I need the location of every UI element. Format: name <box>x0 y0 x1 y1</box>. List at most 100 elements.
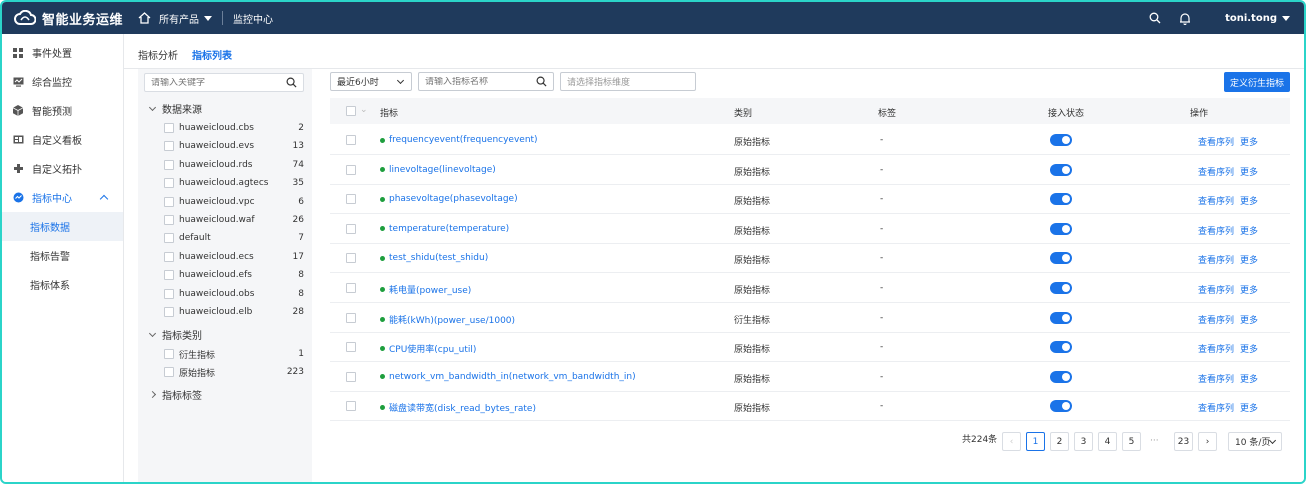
row-checkbox[interactable] <box>346 253 356 264</box>
time-range-select[interactable]: 最近6小时 <box>330 72 412 91</box>
filter-source-item[interactable]: huaweicloud.efs 8 <box>164 266 304 284</box>
row-checkbox[interactable] <box>346 342 356 353</box>
more-link[interactable]: 更多 <box>1240 401 1258 414</box>
page-button-4[interactable]: 4 <box>1098 432 1117 451</box>
search-icon[interactable] <box>536 76 547 90</box>
view-series-link[interactable]: 查看序列 <box>1198 372 1234 385</box>
pagination-ellipsis[interactable]: ··· <box>1150 436 1159 446</box>
metric-link[interactable]: phasevoltage(phasevoltage) <box>380 194 518 204</box>
page-button-last[interactable]: 23 <box>1174 432 1193 451</box>
view-series-link[interactable]: 查看序列 <box>1198 165 1234 178</box>
sidebar-item-topology[interactable]: 自定义拓扑 <box>2 154 123 183</box>
row-checkbox[interactable] <box>346 164 356 175</box>
select-all-checkbox[interactable] <box>346 106 356 116</box>
row-checkbox[interactable] <box>346 401 356 412</box>
page-button-1[interactable]: 1 <box>1026 432 1045 451</box>
view-series-link[interactable]: 查看序列 <box>1198 342 1234 355</box>
access-status-toggle[interactable] <box>1050 222 1072 235</box>
filter-source-item[interactable]: default 7 <box>164 229 304 247</box>
access-status-toggle[interactable] <box>1050 252 1072 265</box>
monitor-center-link[interactable]: 监控中心 <box>233 11 273 26</box>
filter-source-item[interactable]: huaweicloud.waf 26 <box>164 211 304 229</box>
next-page-button[interactable]: › <box>1198 432 1217 451</box>
sidebar-item-dashboard[interactable]: 自定义看板 <box>2 125 123 154</box>
group-metric-category[interactable]: 指标类别 <box>148 327 202 342</box>
filter-source-item[interactable]: huaweicloud.obs 8 <box>164 285 304 303</box>
more-link[interactable]: 更多 <box>1240 253 1258 266</box>
group-metric-tag[interactable]: 指标标签 <box>148 387 202 402</box>
filter-source-item[interactable]: huaweicloud.agtecs 35 <box>164 174 304 192</box>
checkbox[interactable] <box>164 349 174 359</box>
page-button-3[interactable]: 3 <box>1074 432 1093 451</box>
tab-metric-list[interactable]: 指标列表 <box>192 44 232 70</box>
access-status-toggle[interactable] <box>1050 370 1072 383</box>
tab-metric-analysis[interactable]: 指标分析 <box>138 44 178 70</box>
checkbox[interactable] <box>164 159 174 170</box>
access-status-toggle[interactable] <box>1050 163 1072 176</box>
bell-icon[interactable] <box>1179 12 1191 25</box>
access-status-toggle[interactable] <box>1050 134 1072 146</box>
filter-category-item[interactable]: 原始指标 223 <box>164 363 304 381</box>
checkbox[interactable] <box>164 178 174 189</box>
row-checkbox[interactable] <box>346 283 356 293</box>
view-series-link[interactable]: 查看序列 <box>1198 224 1234 237</box>
access-status-toggle[interactable] <box>1050 400 1072 413</box>
app-logo[interactable]: 智能业务运维 <box>2 9 128 28</box>
row-checkbox[interactable] <box>346 194 356 205</box>
filter-source-item[interactable]: huaweicloud.cbs 2 <box>164 119 304 137</box>
metric-link[interactable]: 磁盘读带宽(disk_read_bytes_rate) <box>380 401 536 414</box>
filter-source-item[interactable]: huaweicloud.evs 13 <box>164 137 304 155</box>
sidebar-item-metric-system[interactable]: 指标体系 <box>2 270 123 299</box>
metric-link[interactable]: 耗电量(power_use) <box>380 283 471 296</box>
access-status-toggle[interactable] <box>1050 341 1072 354</box>
view-series-link[interactable]: 查看序列 <box>1198 135 1234 148</box>
more-link[interactable]: 更多 <box>1240 165 1258 178</box>
metric-link[interactable]: linevoltage(linevoltage) <box>380 165 496 175</box>
filter-source-item[interactable]: huaweicloud.rds 74 <box>164 156 304 174</box>
more-link[interactable]: 更多 <box>1240 135 1258 148</box>
page-button-2[interactable]: 2 <box>1050 432 1069 451</box>
more-link[interactable]: 更多 <box>1240 313 1258 326</box>
sidebar-item-metric-alarm[interactable]: 指标告警 <box>2 241 123 270</box>
view-series-link[interactable]: 查看序列 <box>1198 253 1234 266</box>
metric-link[interactable]: temperature(temperature) <box>380 224 509 234</box>
checkbox[interactable] <box>164 288 174 299</box>
more-link[interactable]: 更多 <box>1240 372 1258 385</box>
row-checkbox[interactable] <box>346 312 356 323</box>
checkbox[interactable] <box>164 367 174 377</box>
define-derived-metric-button[interactable]: 定义衍生指标 <box>1224 72 1290 92</box>
more-link[interactable]: 更多 <box>1240 194 1258 207</box>
more-link[interactable]: 更多 <box>1240 224 1258 237</box>
metric-link[interactable]: CPU使用率(cpu_util) <box>380 342 476 355</box>
metric-link[interactable]: frequencyevent(frequencyevent) <box>380 135 538 145</box>
dimension-select[interactable]: 请选择指标维度 <box>560 72 696 91</box>
sidebar-item-events[interactable]: 事件处置 <box>2 38 123 67</box>
row-checkbox[interactable] <box>346 371 356 382</box>
view-series-link[interactable]: 查看序列 <box>1198 313 1234 326</box>
search-icon[interactable] <box>1149 12 1161 24</box>
view-series-link[interactable]: 查看序列 <box>1198 194 1234 207</box>
checkbox[interactable] <box>164 233 174 244</box>
checkbox[interactable] <box>164 251 174 262</box>
metric-link[interactable]: network_vm_bandwidth_in(network_vm_bandw… <box>380 372 636 382</box>
home-button[interactable] <box>138 12 151 24</box>
products-dropdown[interactable]: 所有产品 <box>159 11 212 26</box>
metric-link[interactable]: 能耗(kWh)(power_use/1000) <box>380 313 515 326</box>
sidebar-item-prediction[interactable]: 智能预测 <box>2 96 123 125</box>
filter-source-item[interactable]: huaweicloud.vpc 6 <box>164 193 304 211</box>
group-data-source[interactable]: 数据来源 <box>148 101 202 116</box>
filter-source-item[interactable]: huaweicloud.ecs 17 <box>164 248 304 266</box>
row-checkbox[interactable] <box>346 223 356 234</box>
checkbox[interactable] <box>164 307 174 317</box>
access-status-toggle[interactable] <box>1050 311 1072 324</box>
metric-link[interactable]: test_shidu(test_shidu) <box>380 253 488 263</box>
access-status-toggle[interactable] <box>1050 282 1072 294</box>
checkbox[interactable] <box>164 141 174 152</box>
user-menu[interactable]: toni.tong <box>1225 13 1290 24</box>
page-size-select[interactable]: 10 条/页 <box>1228 432 1282 451</box>
checkbox[interactable] <box>164 196 174 207</box>
page-button-5[interactable]: 5 <box>1122 432 1141 451</box>
checkbox[interactable] <box>164 123 174 133</box>
select-dropdown-icon[interactable]: ⌄ <box>360 105 368 115</box>
filter-search-input[interactable] <box>151 77 271 88</box>
